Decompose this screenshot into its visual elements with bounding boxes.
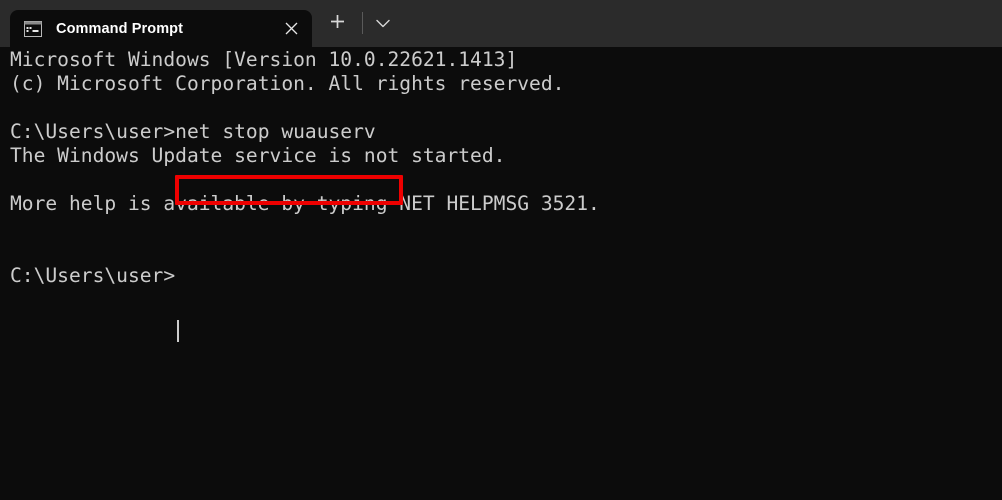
close-icon[interactable] xyxy=(276,14,306,44)
terminal-output-area[interactable]: Microsoft Windows [Version 10.0.22621.14… xyxy=(0,47,1002,500)
chevron-down-icon xyxy=(376,15,390,33)
command-prompt-window: Command Prompt Microsoft Windows [Versio… xyxy=(0,0,1002,500)
tab-dropdown-button[interactable] xyxy=(362,9,404,39)
new-tab-button[interactable] xyxy=(322,9,352,39)
terminal-caret xyxy=(177,320,179,342)
plus-icon xyxy=(330,14,345,34)
tab-command-prompt[interactable]: Command Prompt xyxy=(10,10,312,47)
terminal-text: Microsoft Windows [Version 10.0.22621.14… xyxy=(10,48,600,287)
console-window-icon xyxy=(24,20,42,37)
titlebar: Command Prompt xyxy=(0,0,1002,47)
tab-title: Command Prompt xyxy=(56,20,184,37)
